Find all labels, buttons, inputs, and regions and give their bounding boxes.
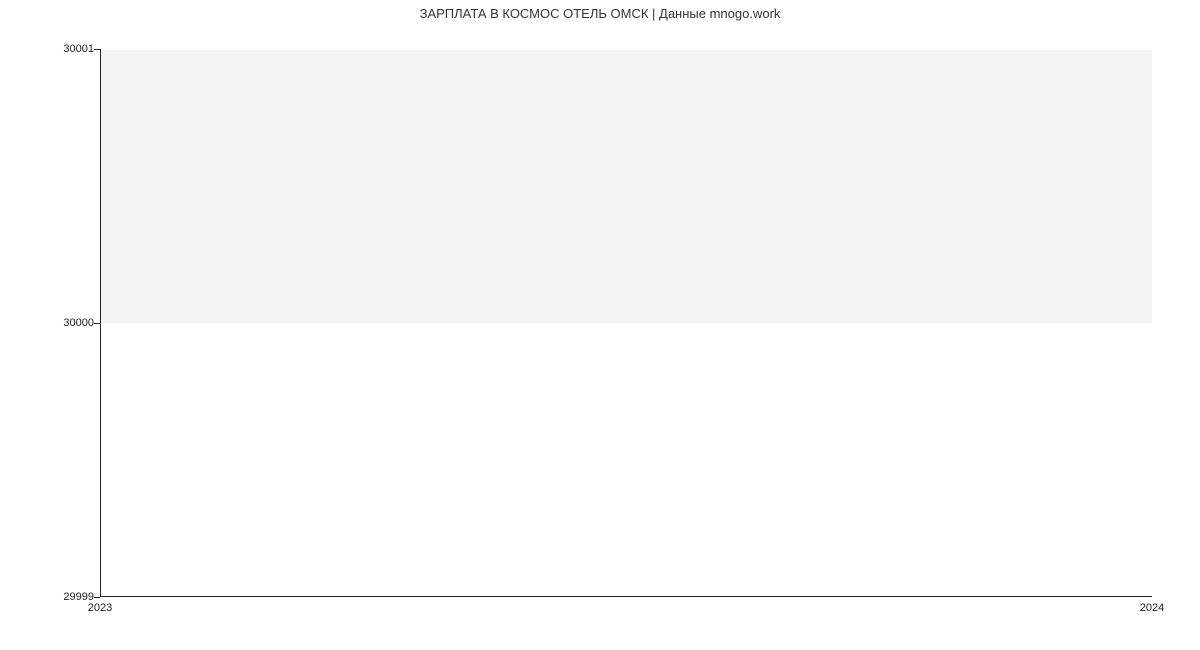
ytick-label: 30000 [63,317,94,329]
ytick-mark [94,597,100,598]
plot-area [100,49,1152,597]
plot-lower-mask [101,323,1152,597]
chart-title: ЗАРПЛАТА В КОСМОС ОТЕЛЬ ОМСК | Данные mn… [0,6,1200,21]
ytick-label: 30001 [63,43,94,55]
xtick-label: 2024 [1140,602,1164,614]
ytick-mark [94,49,100,50]
xtick-label: 2023 [88,602,112,614]
ytick-mark [94,323,100,324]
gridline-top [101,49,1152,50]
